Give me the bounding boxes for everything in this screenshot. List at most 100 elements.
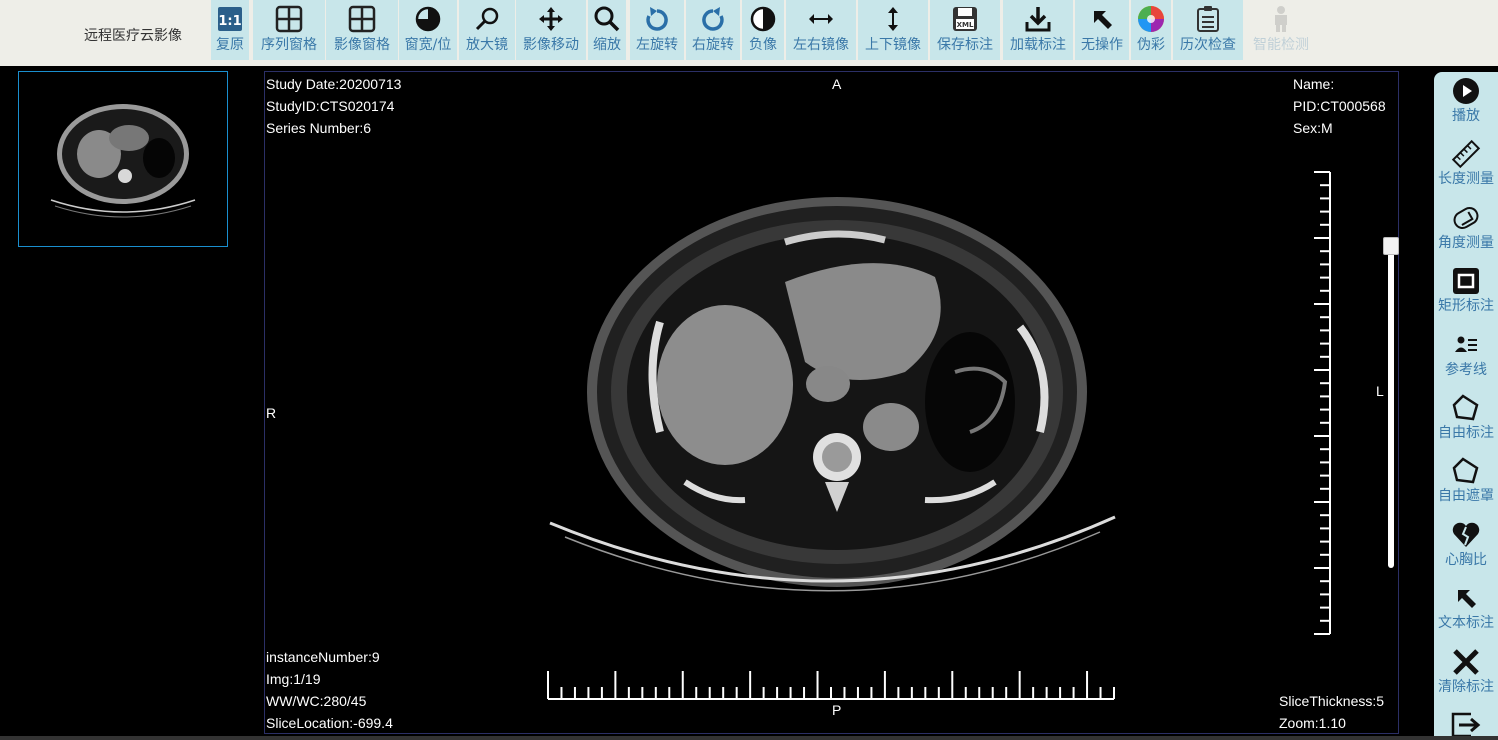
series-window-button[interactable]: 序列窗格 [253,0,325,60]
window-width-center: WW/WC:280/45 [266,693,367,709]
invert-button[interactable]: 负像 [742,0,784,60]
flip-horizontal-label: 左右镜像 [793,37,849,53]
orientation-left: R [266,405,277,421]
flip-horizontal-button[interactable]: 左右镜像 [786,0,856,60]
clear-annotation-button[interactable]: 清除标注 [1434,645,1498,705]
svg-text:1:1: 1:1 [218,14,241,29]
play-label: 播放 [1452,108,1480,124]
image-viewport[interactable]: Study Date:20200713 StudyID:CTS020174 Se… [264,71,1399,734]
magnifier-button[interactable]: 放大镜 [459,0,515,60]
svg-text:XML: XML [957,21,974,29]
magnifier-label: 放大镜 [466,37,508,53]
close-icon [1451,645,1481,679]
rotate-left-button[interactable]: 左旋转 [630,0,684,60]
orientation-bottom: P [832,702,842,718]
image-window-label: 影像窗格 [334,37,390,53]
reset-label: 复原 [216,37,244,53]
reference-line-label: 参考线 [1445,361,1487,378]
flip-horizontal-icon [807,0,835,38]
text-annotation-label: 文本标注 [1438,615,1494,632]
length-measure-button[interactable]: 长度测量 [1434,137,1498,197]
play-button[interactable]: 播放 [1434,74,1498,134]
body-icon [1271,0,1291,38]
clear-annotation-label: 清除标注 [1438,678,1494,695]
zoom-icon [593,0,621,38]
patient-id: PID:CT000568 [1293,98,1386,114]
rotate-left-icon [644,0,670,38]
save-xml-icon: XML [951,0,979,38]
magnifier-icon [474,0,500,38]
move-icon [537,0,565,38]
save-annotation-button[interactable]: XML 保存标注 [930,0,1000,60]
zoom-label: 缩放 [593,37,621,53]
load-annotation-button[interactable]: 加载标注 [1003,0,1073,60]
rotate-left-label: 左旋转 [636,37,678,53]
reference-line-button[interactable]: 参考线 [1434,328,1498,388]
zoom-button[interactable]: 缩放 [588,0,626,60]
angle-icon [1451,201,1481,235]
instance-number: instanceNumber:9 [266,649,380,665]
rotate-right-button[interactable]: 右旋转 [686,0,740,60]
measurement-rulers [547,171,1331,700]
cursor-arrow-icon [1090,0,1114,38]
scrollbar-track [1388,238,1394,568]
text-annotation-button[interactable]: 文本标注 [1434,581,1498,641]
series-thumbnail[interactable] [18,71,228,247]
image-window-button[interactable]: 影像窗格 [326,0,398,60]
window-level-label: 窗宽/位 [404,37,452,53]
color-wheel-icon [1137,0,1165,38]
reset-button[interactable]: 1:1 复原 [211,0,249,60]
rect-annotation-label: 矩形标注 [1438,298,1494,315]
history-exam-button[interactable]: 历次检查 [1173,0,1243,60]
slice-thickness: SliceThickness:5 [1279,693,1385,709]
cardiothoracic-ratio-button[interactable]: 心胸比 [1434,518,1498,578]
invert-label: 负像 [749,37,777,53]
scrollbar-thumb[interactable] [1383,236,1399,255]
cursor-arrow-icon [1454,581,1478,615]
invert-icon [749,0,777,38]
one-to-one-icon: 1:1 [217,0,243,38]
download-icon [1024,0,1052,38]
right-toolbar: 播放长度测量角度测量矩形标注参考线自由标注自由遮罩 心胸比文本标注清除标注 [1434,72,1498,740]
history-exam-label: 历次检查 [1180,37,1236,53]
image-index: Img:1/19 [266,671,321,687]
free-mask-button[interactable]: 自由遮罩 [1434,454,1498,514]
reference-icon [1454,328,1478,362]
rect-annotation-button[interactable]: 矩形标注 [1434,264,1498,324]
free-annotation-label: 自由标注 [1438,425,1494,441]
window-level-button[interactable]: 窗宽/位 [399,0,457,60]
study-date: Study Date:20200713 [266,76,402,92]
zoom-level: Zoom:1.10 [1279,715,1346,731]
flip-vertical-icon [885,0,901,38]
rotate-right-label: 右旋转 [692,37,734,53]
pseudo-color-button[interactable]: 伪彩 [1131,0,1171,60]
app-title: 远程医疗云影像 [84,28,182,44]
angle-measure-label: 角度测量 [1438,234,1494,251]
flip-vertical-button[interactable]: 上下镜像 [858,0,928,60]
rectangle-icon [1451,264,1481,298]
smart-detection-button[interactable]: 智能检测 [1246,0,1316,60]
flip-vertical-label: 上下镜像 [865,37,921,53]
polygon-icon [1451,454,1481,488]
thumbnail-ct-image [50,104,196,218]
play-icon [1452,74,1480,108]
angle-measure-button[interactable]: 角度测量 [1434,201,1498,261]
bottom-strip [0,736,1498,740]
ruler-icon [1451,137,1481,171]
pan-button[interactable]: 影像移动 [516,0,586,60]
grid-icon [348,0,376,38]
top-toolbar: 远程医疗云影像 1:1 复原 序列窗格 影像窗格 窗宽/位 放大镜 影像移动 缩放 左旋转 右旋转… [0,0,1498,66]
length-measure-label: 长度测量 [1438,171,1494,188]
no-operation-button[interactable]: 无操作 [1075,0,1129,60]
slice-location: SliceLocation:-699.4 [266,715,393,731]
polygon-icon [1451,391,1481,425]
heart-icon [1451,518,1481,552]
save-annotation-label: 保存标注 [937,37,993,53]
free-annotation-button[interactable]: 自由标注 [1434,391,1498,451]
rotate-right-icon [700,0,726,38]
no-operation-label: 无操作 [1081,37,1123,53]
study-id: StudyID:CTS020174 [266,98,395,114]
orientation-top: A [832,76,842,92]
smart-detection-label: 智能检测 [1253,37,1309,53]
series-scrollbar[interactable] [1383,236,1399,568]
